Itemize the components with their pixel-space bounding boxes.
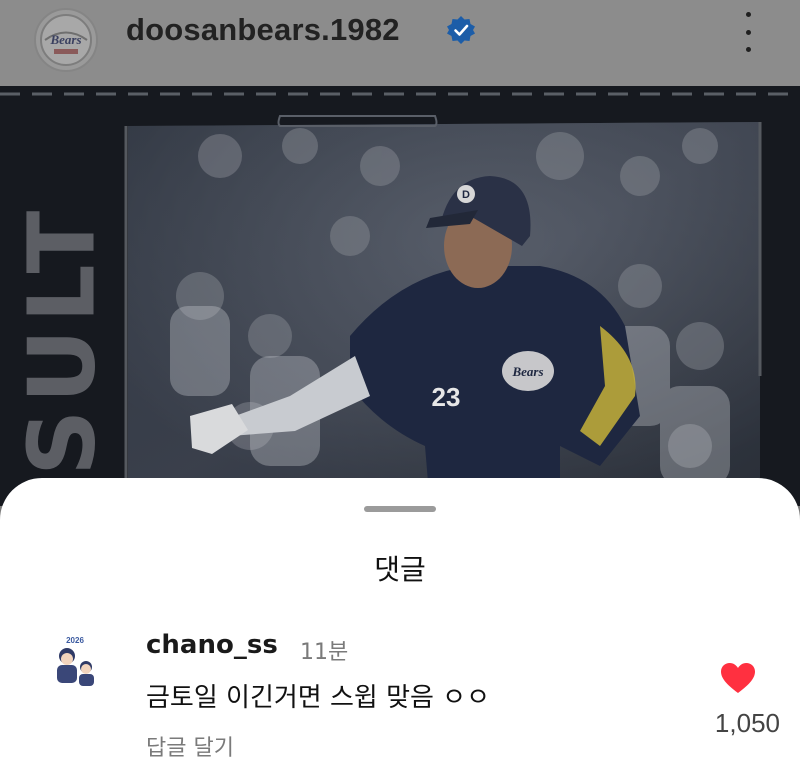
jersey-number: 23	[432, 382, 461, 412]
like-count: 1,050	[714, 708, 780, 738]
svg-text:D: D	[462, 189, 470, 201]
bears-logo-icon: Bears	[40, 14, 92, 66]
profile-avatar[interactable]: Bears	[34, 8, 98, 72]
comment-text: 금토일 이긴거면 스윕 맞음 ㅇㅇ	[146, 683, 491, 713]
more-options-icon[interactable]	[736, 12, 760, 52]
reply-button[interactable]: 답글 달기	[146, 730, 234, 762]
result-side-text: RESULT	[8, 204, 116, 506]
post-image: D Bears 23 RESULT	[0, 86, 800, 506]
verified-badge-icon	[447, 16, 475, 44]
comment-username[interactable]: chano_ss	[146, 630, 278, 660]
svg-text:Bears: Bears	[49, 32, 81, 47]
sheet-title: 댓글	[374, 553, 426, 586]
svg-text:2026: 2026	[66, 636, 84, 645]
comments-sheet: 댓글 2026 chano_ss 11분 금토일 이긴거면 스윕 맞음 ㅇㅇ 답…	[0, 478, 800, 769]
username-label[interactable]: doosanbears.1982	[126, 12, 400, 48]
svg-text:Bears: Bears	[511, 364, 543, 379]
comment-avatar[interactable]: 2026	[44, 632, 106, 694]
post-header: Bears doosanbears.1982	[0, 0, 800, 86]
heart-icon[interactable]	[720, 662, 756, 694]
drag-handle[interactable]	[364, 506, 436, 512]
comment-timestamp: 11분	[300, 640, 349, 665]
